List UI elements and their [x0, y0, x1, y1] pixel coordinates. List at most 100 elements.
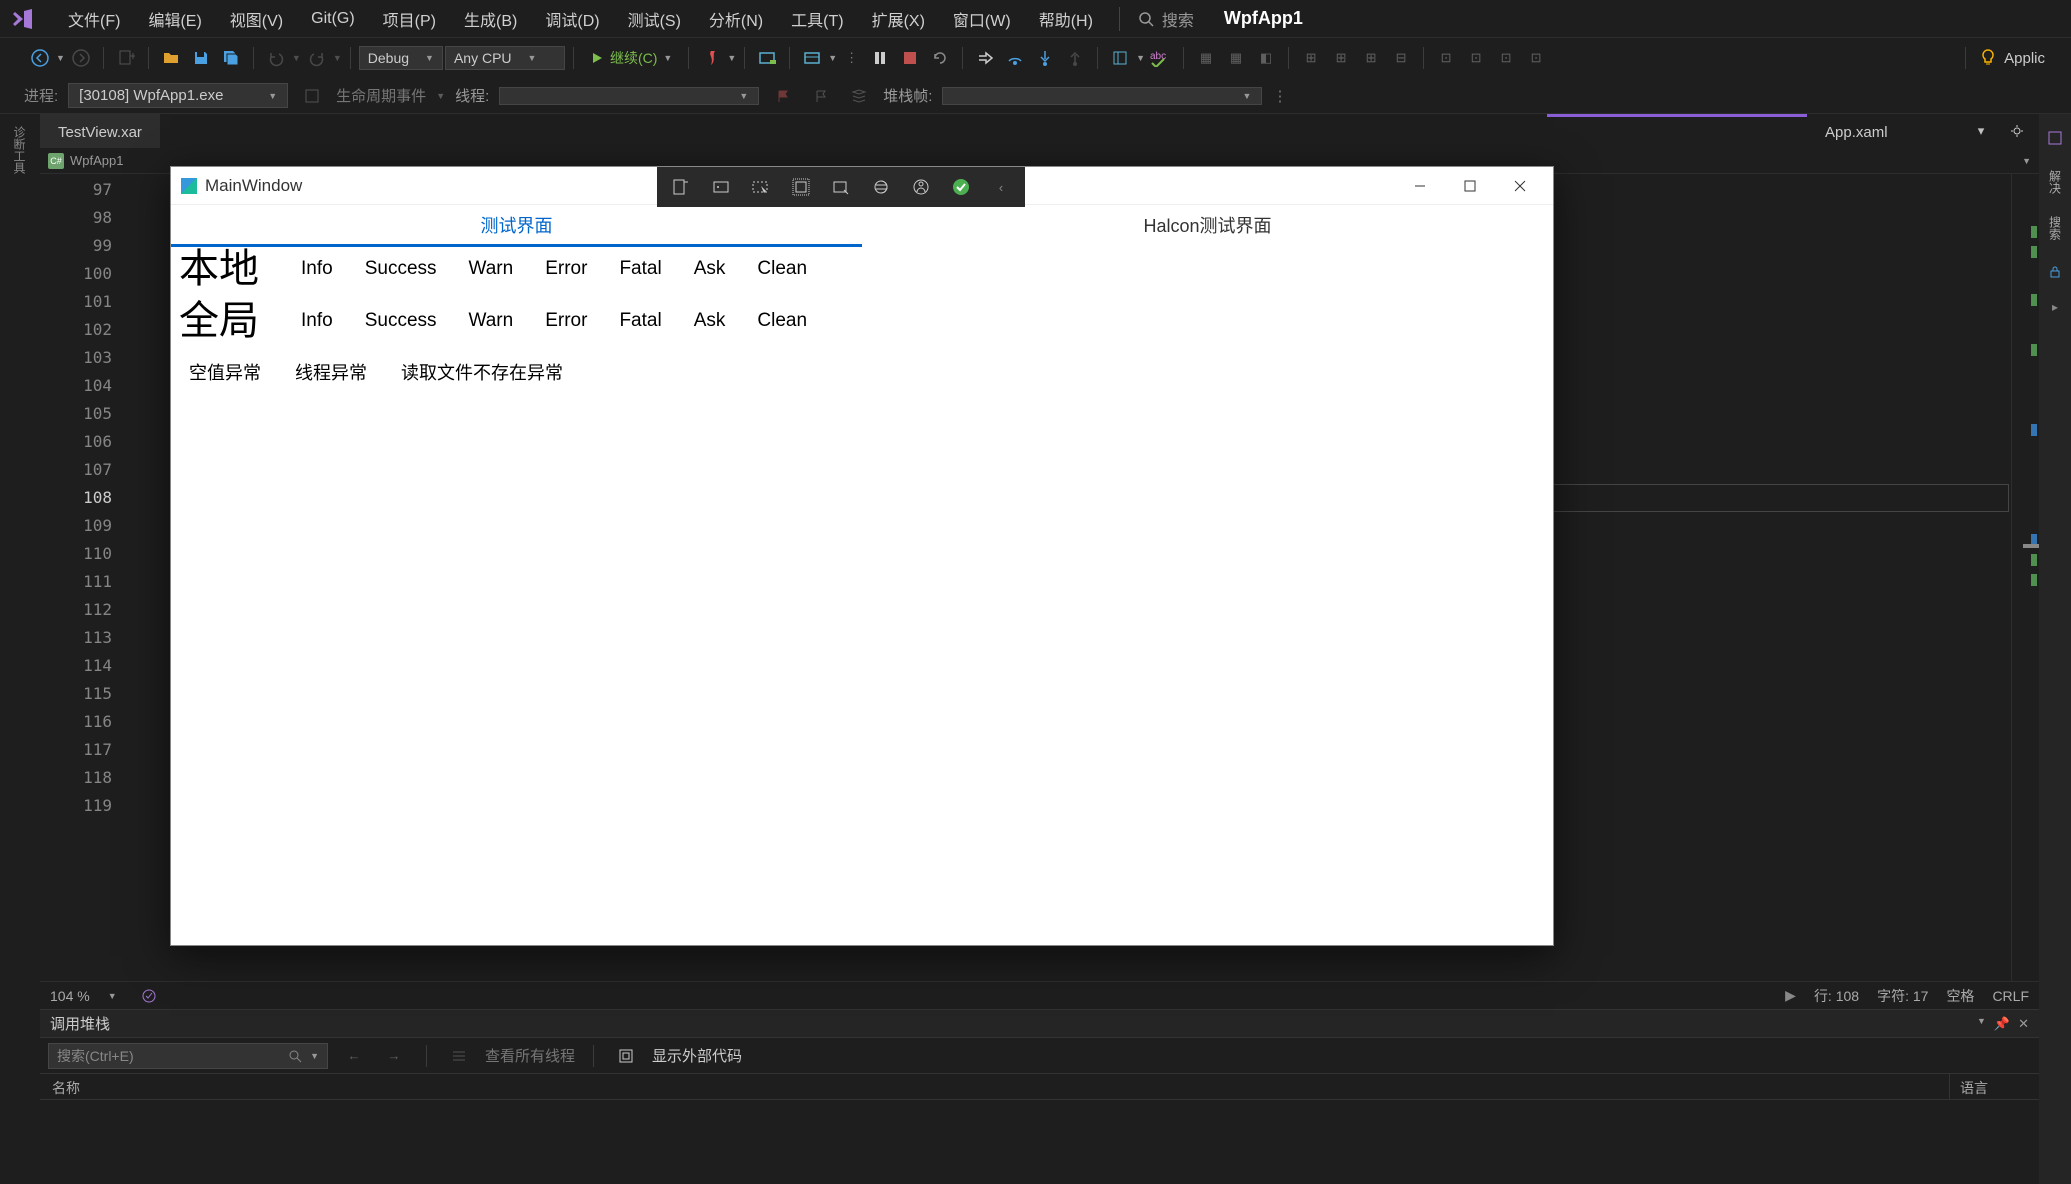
dt-button-1[interactable]	[667, 173, 695, 201]
no-issues-icon[interactable]	[135, 982, 163, 1010]
menu-build[interactable]: 生成(B)	[450, 1, 531, 37]
error-button-global[interactable]: Error	[541, 302, 591, 340]
next-frame-button[interactable]: →	[380, 1042, 408, 1070]
info-button-global[interactable]: Info	[297, 302, 337, 340]
toolbar-button-2[interactable]	[798, 44, 826, 72]
nav-back-button[interactable]	[26, 44, 54, 72]
lightbulb-icon[interactable]	[1974, 44, 2002, 72]
nav-forward-button[interactable]	[67, 44, 95, 72]
file-not-found-exception-button[interactable]: 读取文件不存在异常	[397, 351, 567, 393]
clean-button-local[interactable]: Clean	[753, 250, 811, 288]
pin-icon[interactable]: 📌	[1994, 1016, 2010, 1032]
chevron-down-icon[interactable]: ▼	[727, 53, 736, 63]
column-language[interactable]: 语言	[1949, 1074, 2039, 1099]
toolbar-button-10[interactable]: ⊟	[1387, 44, 1415, 72]
lifecycle-events-button[interactable]	[298, 82, 326, 110]
stop-button[interactable]	[896, 44, 924, 72]
solution-explorer-tab[interactable]: 解决	[2045, 166, 2066, 198]
chevron-down-icon[interactable]: ▼	[436, 91, 445, 101]
clean-button-global[interactable]: Clean	[753, 302, 811, 340]
dt-button-2[interactable]	[707, 173, 735, 201]
platform-selector[interactable]: Any CPU ▼	[445, 46, 565, 70]
dt-button-7[interactable]	[907, 173, 935, 201]
thread-exception-button[interactable]: 线程异常	[291, 351, 371, 393]
chevron-right-icon[interactable]: ▸	[2052, 300, 2058, 314]
external-code-icon[interactable]	[612, 1042, 640, 1070]
panel-search-input[interactable]: 搜索(Ctrl+E) ▼	[48, 1043, 328, 1069]
warn-button-local[interactable]: Warn	[465, 250, 518, 288]
thread-selector[interactable]: ▼	[499, 87, 759, 105]
toolbar-button-6[interactable]: ◧	[1252, 44, 1280, 72]
toolbar-button-8[interactable]: ⊞	[1327, 44, 1355, 72]
toolbar-button-4[interactable]: ▦	[1192, 44, 1220, 72]
success-button-global[interactable]: Success	[361, 302, 441, 340]
toolbar-button-14[interactable]: ⊡	[1522, 44, 1550, 72]
toolbar-button-7[interactable]: ⊞	[1297, 44, 1325, 72]
tab-halcon-test[interactable]: Halcon测试界面	[862, 205, 1553, 247]
menu-extensions[interactable]: 扩展(X)	[858, 1, 939, 37]
chevron-down-icon[interactable]: ▼	[292, 53, 301, 63]
chevron-down-icon[interactable]: ▼	[333, 53, 342, 63]
redo-button[interactable]	[303, 44, 331, 72]
toolbar-button-3[interactable]	[1106, 44, 1134, 72]
menu-file[interactable]: 文件(F)	[54, 1, 134, 37]
show-external-label[interactable]: 显示外部代码	[652, 1045, 742, 1066]
abc-check-button[interactable]: abc	[1147, 44, 1175, 72]
save-button[interactable]	[187, 44, 215, 72]
menu-git[interactable]: Git(G)	[297, 4, 369, 34]
chevron-down-icon[interactable]: ▼	[108, 991, 117, 1001]
chevron-down-icon[interactable]: ▼	[828, 53, 837, 63]
success-button-local[interactable]: Success	[361, 250, 441, 288]
stackframe-selector[interactable]: ▼	[942, 87, 1262, 105]
close-button[interactable]	[1497, 171, 1543, 201]
search-tab[interactable]: 搜索	[2045, 212, 2066, 244]
chevron-down-icon[interactable]: ▼	[1136, 53, 1145, 63]
status-crlf[interactable]: CRLF	[1992, 988, 2029, 1004]
menu-tools[interactable]: 工具(T)	[777, 1, 857, 37]
continue-button[interactable]: 继续(C) ▼	[582, 45, 680, 71]
menu-help[interactable]: 帮助(H)	[1025, 1, 1107, 37]
toolbar-button-12[interactable]: ⊡	[1462, 44, 1490, 72]
tab-testview[interactable]: TestView.xar	[40, 114, 160, 148]
tab-settings-button[interactable]	[2003, 117, 2031, 145]
info-button-local[interactable]: Info	[297, 250, 337, 288]
status-chars[interactable]: 字符: 17	[1877, 986, 1928, 1006]
dt-check-button[interactable]	[947, 173, 975, 201]
process-selector[interactable]: [30108] WpfApp1.exe ▼	[68, 83, 288, 108]
chevron-down-icon[interactable]: ▼	[2022, 156, 2031, 166]
status-spaces[interactable]: 空格	[1946, 986, 1974, 1006]
maximize-button[interactable]	[1447, 171, 1493, 201]
hot-reload-button[interactable]	[697, 44, 725, 72]
step-into-button-2[interactable]	[1031, 44, 1059, 72]
panel-dropdown-icon[interactable]: ▼	[1977, 1016, 1986, 1032]
flag-button-2[interactable]	[807, 82, 835, 110]
solution-icon[interactable]	[2041, 124, 2069, 152]
pause-button[interactable]	[866, 44, 894, 72]
undo-button[interactable]	[262, 44, 290, 72]
toolbar-button-1[interactable]	[753, 44, 781, 72]
toolbar-button-11[interactable]: ⊡	[1432, 44, 1460, 72]
config-selector[interactable]: Debug ▼	[359, 46, 443, 70]
toolbar-button-5[interactable]: ▦	[1222, 44, 1250, 72]
breadcrumb-project[interactable]: WpfApp1	[70, 153, 123, 168]
menu-debug[interactable]: 调试(D)	[531, 1, 613, 37]
restart-button[interactable]	[926, 44, 954, 72]
prev-frame-button[interactable]: ←	[340, 1042, 368, 1070]
error-button-local[interactable]: Error	[541, 250, 591, 288]
status-line[interactable]: 行: 108	[1814, 986, 1859, 1006]
scroll-right-icon[interactable]: ▶	[1785, 987, 1796, 1004]
diagnostic-tools-tab[interactable]: 诊断工具	[11, 126, 28, 174]
step-over-button[interactable]	[1001, 44, 1029, 72]
dt-button-3[interactable]	[747, 173, 775, 201]
dt-button-6[interactable]	[867, 173, 895, 201]
lock-icon[interactable]	[2041, 258, 2069, 286]
tab-appxaml[interactable]: App.xaml	[1807, 114, 1967, 148]
step-out-button[interactable]	[1061, 44, 1089, 72]
menu-analyze[interactable]: 分析(N)	[695, 1, 777, 37]
menu-view[interactable]: 视图(V)	[216, 1, 297, 37]
stack-icon[interactable]	[845, 82, 873, 110]
dt-button-4[interactable]	[787, 173, 815, 201]
dt-button-5[interactable]	[827, 173, 855, 201]
chevron-down-icon[interactable]: ▼	[56, 53, 65, 63]
menu-project[interactable]: 项目(P)	[369, 1, 450, 37]
